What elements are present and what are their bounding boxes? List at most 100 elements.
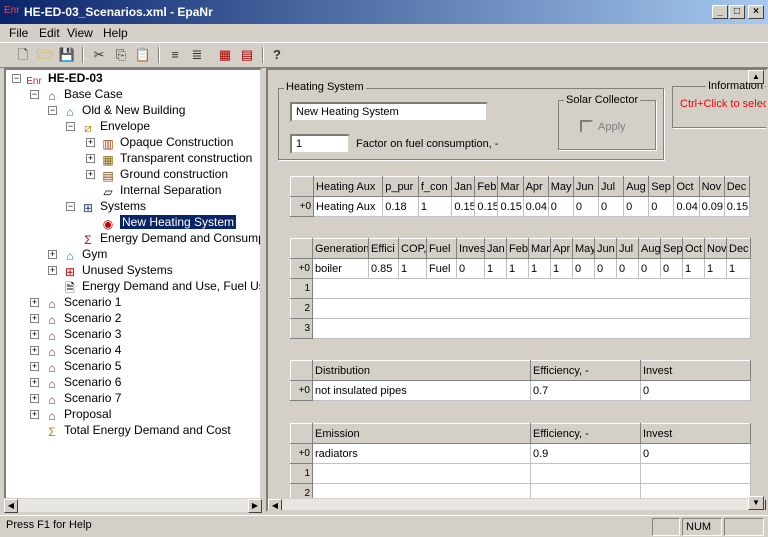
table-cell[interactable]: 1 xyxy=(417,196,453,217)
column-header[interactable]: p_pur xyxy=(382,176,419,197)
column-header[interactable]: Nov xyxy=(698,176,725,197)
help-icon[interactable]: ? xyxy=(268,46,286,64)
copy-icon[interactable]: ⎘ xyxy=(112,46,130,64)
table-row[interactable]: 3 xyxy=(290,318,751,339)
table-cell[interactable]: 0 xyxy=(547,196,574,217)
tree-node-scenario-3[interactable]: ⌂ Scenario 3 xyxy=(44,326,121,343)
column-header[interactable]: Distribution xyxy=(312,360,531,381)
scroll-left-icon[interactable]: ◀ xyxy=(268,499,282,510)
heating-aux-table[interactable]: Heating Aux p_pur f_con Jan Feb Mar Apr … xyxy=(289,176,751,217)
column-header[interactable]: Feb xyxy=(506,238,529,259)
maximize-button[interactable]: □ xyxy=(729,5,745,19)
table-cell[interactable]: 1 xyxy=(528,258,551,279)
scroll-down-icon[interactable]: ▼ xyxy=(748,496,764,510)
expand-icon[interactable]: + xyxy=(86,170,95,179)
tree-node-internal-separation[interactable]: ▱ Internal Separation xyxy=(100,182,221,199)
collapse-icon[interactable]: − xyxy=(48,106,57,115)
empty-row[interactable] xyxy=(312,298,751,319)
tree-node-proposal[interactable]: ⌂ Proposal xyxy=(44,406,111,423)
table-row[interactable]: +0 radiators 0.9 0 xyxy=(290,443,751,464)
column-header[interactable]: Inves xyxy=(456,238,485,259)
expand-icon[interactable]: + xyxy=(30,378,39,387)
table-row[interactable]: 1 xyxy=(290,278,751,299)
panel-horizontal-scrollbar[interactable]: ◀ ▶ xyxy=(268,498,766,510)
column-header[interactable]: May xyxy=(547,176,574,197)
table-cell[interactable]: 0 xyxy=(660,258,683,279)
collapse-icon[interactable]: − xyxy=(12,74,21,83)
tree-horizontal-scrollbar[interactable]: ◀ ▶ xyxy=(4,498,262,513)
column-header[interactable]: Effici xyxy=(368,238,399,259)
row-header[interactable]: +0 xyxy=(289,196,315,217)
tree-icon[interactable]: ≡ xyxy=(166,46,184,64)
generation-table[interactable]: Generation Effici COP, Fuel Inves Jan Fe… xyxy=(290,238,751,339)
tree-node-scenario-5[interactable]: ⌂ Scenario 5 xyxy=(44,358,121,375)
table-cell[interactable]: 1 xyxy=(398,258,427,279)
column-header[interactable]: Jul xyxy=(598,176,625,197)
table-cell[interactable]: 0.85 xyxy=(368,258,399,279)
table-cell[interactable]: 0.15 xyxy=(451,196,476,217)
tree-node-base-case[interactable]: ⌂ Base Case xyxy=(44,86,122,103)
cut-icon[interactable]: ✂ xyxy=(90,46,108,64)
column-header[interactable]: Oct xyxy=(682,238,705,259)
column-header[interactable]: Sep xyxy=(660,238,683,259)
table-row[interactable]: +0 boiler 0.85 1 Fuel 0 1 1 1 1 0 0 0 0 … xyxy=(290,258,751,279)
row-header[interactable]: 2 xyxy=(290,298,313,319)
table-cell[interactable]: 0.09 xyxy=(698,196,725,217)
table-cell[interactable]: 0.04 xyxy=(673,196,700,217)
collapse-icon[interactable]: − xyxy=(30,90,39,99)
tree-node-scenario-2[interactable]: ⌂ Scenario 2 xyxy=(44,310,121,327)
table-cell[interactable]: 0.15 xyxy=(474,196,499,217)
tree-expand-icon[interactable]: ≣ xyxy=(188,46,206,64)
tree-node-ground[interactable]: ▤ Ground construction xyxy=(100,166,228,183)
column-header[interactable]: Emission xyxy=(312,423,531,444)
empty-row[interactable] xyxy=(312,318,751,339)
tree-node-energy-demand[interactable]: ΣEnergy Demand and Consumption xyxy=(80,230,260,247)
row-header[interactable]: +0 xyxy=(290,443,313,464)
scroll-right-icon[interactable]: ▶ xyxy=(248,499,262,513)
row-header[interactable]: +0 xyxy=(290,380,313,401)
table-cell[interactable]: 0.15 xyxy=(723,196,751,217)
table-cell[interactable]: Fuel xyxy=(426,258,457,279)
table-row[interactable]: +0 Heating Aux 0.18 1 0.15 0.15 0.15 0.0… xyxy=(289,196,751,217)
table-cell[interactable]: 0 xyxy=(640,380,751,401)
minimize-button[interactable]: _ xyxy=(712,5,728,19)
collapse-icon[interactable]: − xyxy=(66,202,75,211)
column-header[interactable]: Mar xyxy=(497,176,524,197)
column-header[interactable]: f_con xyxy=(417,176,453,197)
row-header[interactable]: +0 xyxy=(290,258,313,279)
expand-icon[interactable]: + xyxy=(30,394,39,403)
column-header[interactable]: Invest xyxy=(640,360,751,381)
row-header[interactable]: 1 xyxy=(290,463,313,484)
project-tree[interactable]: − Enr HE-ED-03 − ⌂ Base Case − ⌂ Old & New … xyxy=(4,68,262,512)
table-cell[interactable]: 1 xyxy=(726,258,751,279)
expand-icon[interactable]: + xyxy=(30,346,39,355)
column-header[interactable]: Dec xyxy=(723,176,751,197)
expand-icon[interactable]: + xyxy=(86,138,95,147)
table-cell[interactable]: 0.7 xyxy=(530,380,641,401)
expand-icon[interactable]: + xyxy=(86,154,95,163)
table-cell[interactable]: 1 xyxy=(550,258,573,279)
system-name-input[interactable]: New Heating System xyxy=(290,102,488,122)
report-icon[interactable]: ▦ xyxy=(216,46,234,64)
table-cell[interactable] xyxy=(640,463,751,484)
table-cell[interactable]: 0 xyxy=(572,258,595,279)
column-header[interactable]: Efficiency, - xyxy=(530,423,641,444)
column-header[interactable]: Feb xyxy=(474,176,499,197)
table-cell[interactable]: boiler xyxy=(312,258,369,279)
table-cell[interactable]: 0 xyxy=(638,258,661,279)
table-cell[interactable]: 1 xyxy=(682,258,705,279)
expand-icon[interactable]: + xyxy=(30,314,39,323)
column-header[interactable]: Jan xyxy=(484,238,507,259)
scroll-up-icon[interactable]: ▲ xyxy=(748,70,764,84)
table-cell[interactable]: 0 xyxy=(572,196,600,217)
menu-view[interactable]: View xyxy=(67,26,93,40)
column-header[interactable]: Jun xyxy=(572,176,600,197)
column-header[interactable]: Dec xyxy=(726,238,751,259)
scroll-left-icon[interactable]: ◀ xyxy=(4,499,18,513)
close-button[interactable]: × xyxy=(748,5,764,19)
column-header[interactable]: Efficiency, - xyxy=(530,360,641,381)
column-header[interactable]: Aug xyxy=(623,176,650,197)
menu-edit[interactable]: Edit xyxy=(39,26,60,40)
table-cell[interactable]: 0 xyxy=(640,443,751,464)
apply-checkbox[interactable] xyxy=(580,120,593,133)
